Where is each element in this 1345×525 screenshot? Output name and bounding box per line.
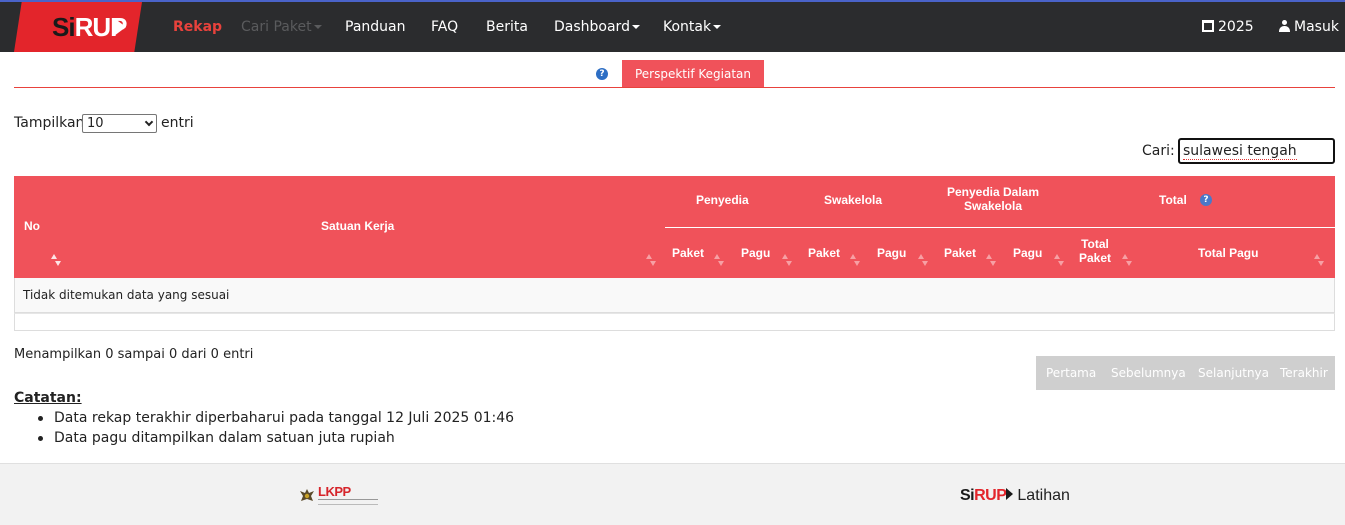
table-empty-row: Tidak ditemukan data yang sesuai xyxy=(14,278,1335,313)
lkpp-logo-text: LKPP xyxy=(318,484,351,499)
col-swakelola-pagu[interactable]: Pagu xyxy=(877,246,906,260)
sort-icon[interactable] xyxy=(986,254,996,266)
header-divider xyxy=(665,227,1335,228)
sort-icon[interactable] xyxy=(850,254,860,266)
sort-icon[interactable] xyxy=(1054,254,1064,266)
note-item: Data pagu ditampilkan dalam satuan juta … xyxy=(54,430,395,446)
sort-icon[interactable] xyxy=(918,254,928,266)
chevron-down-icon xyxy=(313,25,322,29)
col-pds-paket[interactable]: Paket xyxy=(944,246,976,260)
group-swakelola: Swakelola xyxy=(824,193,883,207)
lkpp-logo[interactable]: LKPP xyxy=(298,485,378,509)
col-pds-pagu[interactable]: Pagu xyxy=(1013,246,1042,260)
pagination: Pertama Sebelumnya Selanjutnya Terakhir xyxy=(1036,356,1335,390)
group-total: Total xyxy=(1159,193,1187,207)
sort-icon[interactable] xyxy=(782,254,792,266)
sort-icon[interactable] xyxy=(714,254,724,266)
help-icon[interactable]: ? xyxy=(1200,194,1212,206)
notes-title: Catatan: xyxy=(14,390,82,406)
calendar-icon xyxy=(1202,20,1214,32)
page-last-button[interactable]: Terakhir xyxy=(1280,356,1328,390)
page-next-button[interactable]: Selanjutnya xyxy=(1198,356,1269,390)
help-icon[interactable]: ? xyxy=(596,68,608,80)
page-size-select[interactable]: 10 xyxy=(82,114,157,133)
sort-icon[interactable] xyxy=(1122,254,1132,266)
table-header: No Satuan Kerja Penyedia Swakelola Penye… xyxy=(14,176,1335,278)
chevron-down-icon xyxy=(631,25,640,29)
top-navbar: SiRUP Rekap Cari Paket Panduan FAQ Berit… xyxy=(0,0,1345,52)
col-total-pagu[interactable]: Total Pagu xyxy=(1198,246,1258,260)
chevron-down-icon xyxy=(713,25,722,29)
nav-panduan[interactable]: Panduan xyxy=(345,19,405,35)
logo-arrow-icon xyxy=(114,18,126,36)
search-input[interactable]: sulawesi tengah xyxy=(1178,138,1335,164)
nav-berita[interactable]: Berita xyxy=(486,19,528,35)
logo-arrow-icon xyxy=(1006,488,1014,500)
lkpp-subtitle-lines xyxy=(318,499,378,505)
tab-perspektif-kegiatan[interactable]: Perspektif Kegiatan xyxy=(622,60,764,88)
nav-faq[interactable]: FAQ xyxy=(431,19,458,35)
col-penyedia-pagu[interactable]: Pagu xyxy=(741,246,770,260)
year-selector[interactable]: 2025 xyxy=(1202,19,1254,35)
sirup-logo[interactable]: SiRUP xyxy=(14,2,142,52)
sort-icon[interactable] xyxy=(1314,254,1324,266)
entries-label: entri xyxy=(161,115,194,131)
nav-kontak[interactable]: Kontak xyxy=(663,19,722,35)
col-no[interactable]: No xyxy=(24,219,40,233)
sort-icon[interactable] xyxy=(646,254,656,266)
footer-sirup-latihan: SiRUP Latihan xyxy=(960,487,1070,504)
group-penyedia: Penyedia xyxy=(696,193,749,207)
search-label: Cari: xyxy=(1142,143,1175,159)
bullet-icon xyxy=(38,436,43,441)
tab-underline xyxy=(14,87,1335,88)
note-item: Data rekap terakhir diperbaharui pada ta… xyxy=(54,410,515,426)
footer: LKPP SiRUP Latihan xyxy=(0,463,1345,525)
col-satuan-kerja[interactable]: Satuan Kerja xyxy=(321,219,394,233)
page-first-button[interactable]: Pertama xyxy=(1046,356,1096,390)
table-footer xyxy=(14,313,1335,331)
show-entries-label: Tampilkan xyxy=(14,115,85,131)
col-total-paket[interactable]: Total Paket xyxy=(1076,237,1114,265)
chevron-down-icon xyxy=(144,117,154,127)
login-link[interactable]: Masuk xyxy=(1279,19,1339,35)
nav-dashboard[interactable]: Dashboard xyxy=(554,19,640,35)
table-info: Menampilkan 0 sampai 0 dari 0 entri xyxy=(14,347,254,362)
nav-cari-paket: Cari Paket xyxy=(241,19,322,35)
bullet-icon xyxy=(38,416,43,421)
page-prev-button[interactable]: Sebelumnya xyxy=(1111,356,1186,390)
user-icon xyxy=(1279,20,1290,32)
group-penyedia-dalam-swakelola: Penyedia Dalam Swakelola xyxy=(946,185,1040,213)
nav-rekap[interactable]: Rekap xyxy=(173,19,222,35)
col-swakelola-paket[interactable]: Paket xyxy=(808,246,840,260)
col-penyedia-paket[interactable]: Paket xyxy=(672,246,704,260)
garuda-icon xyxy=(300,489,314,501)
sort-asc-icon[interactable] xyxy=(51,254,61,266)
